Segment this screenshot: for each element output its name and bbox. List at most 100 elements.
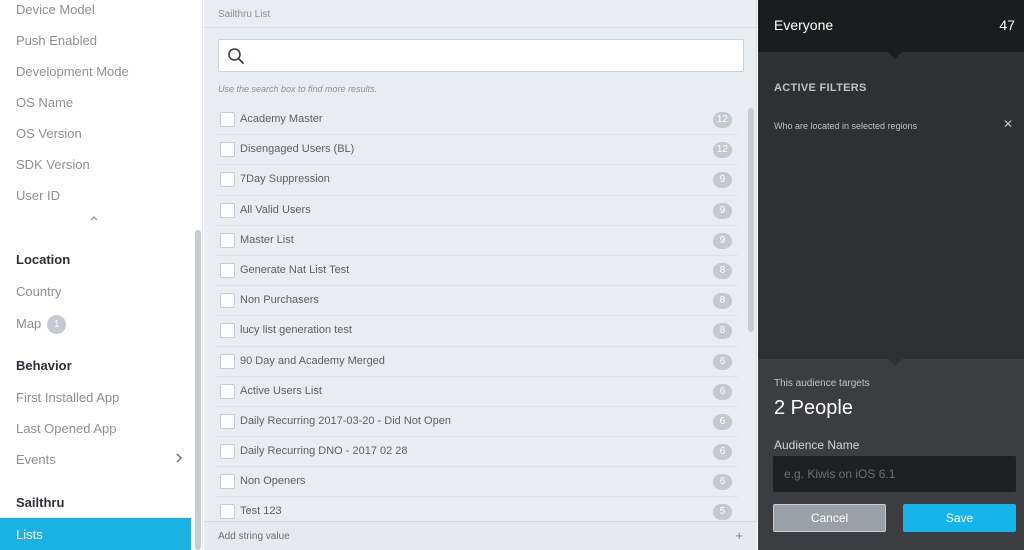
list-item[interactable]: Generate Nat List Test 8 [216, 256, 738, 287]
cancel-button[interactable]: Cancel [773, 504, 886, 532]
sidebar-heading-location: Location [16, 252, 71, 267]
targets-label: This audience targets [774, 378, 870, 389]
segment-count: 47 [999, 17, 1015, 33]
filter-item-label: Who are located in selected regions [774, 121, 918, 131]
sidebar-item-last-opened-app[interactable]: Last Opened App [16, 421, 116, 436]
list-item-label: Disengaged Users (BL) [240, 143, 355, 156]
list-item-label: Master List [240, 233, 294, 246]
chevron-right-icon[interactable] [174, 452, 184, 464]
list-item[interactable]: Academy Master 12 [216, 105, 738, 136]
sidebar: Device Model Push Enabled Development Mo… [0, 0, 203, 550]
list-count-badge: 8 [713, 323, 732, 340]
sailthru-list-panel: Sailthru List Use the search box to find… [204, 0, 757, 550]
sidebar-item-os-name[interactable]: OS Name [16, 95, 73, 110]
list-count-badge: 5 [713, 504, 732, 521]
list-checkbox[interactable] [220, 202, 235, 218]
list-item[interactable]: Non Openers 6 [216, 467, 738, 498]
list-checkbox[interactable] [220, 293, 235, 309]
list-count-badge: 9 [713, 202, 732, 219]
list-item-label: All Valid Users [240, 203, 311, 216]
segment-name: Everyone [774, 17, 834, 33]
list-item-label: lucy list generation test [240, 324, 352, 337]
targets-value: 2 People [774, 397, 853, 419]
active-filters-heading: ACTIVE FILTERS [774, 82, 867, 94]
search-input[interactable] [253, 40, 733, 71]
list-count-badge: 6 [713, 474, 732, 491]
list-item[interactable]: Active Users List 6 [216, 377, 738, 407]
list-count-badge: 6 [713, 444, 732, 461]
sidebar-item-lists[interactable]: Lists [0, 518, 191, 550]
list-item-label: Generate Nat List Test [240, 263, 350, 276]
save-button[interactable]: Save [903, 504, 1016, 532]
list-checkbox[interactable] [220, 504, 235, 520]
sidebar-scrollbar-thumb[interactable] [195, 230, 201, 550]
sidebar-item-map-label: Map [16, 315, 42, 331]
sidebar-item-device-model[interactable]: Device Model [16, 2, 95, 17]
list-item-label: Daily Recurring 2017-03-20 - Did Not Ope… [240, 414, 451, 427]
audience-name-label: Audience Name [774, 438, 860, 452]
list-item[interactable]: lucy list generation test 8 [216, 316, 738, 347]
sailthru-lists: Academy Master 12 Disengaged Users (BL) 12… [216, 105, 738, 528]
audience-panel: Everyone 47 ACTIVE FILTERS Who are locat… [758, 0, 1024, 550]
search-box[interactable] [218, 39, 744, 72]
list-checkbox[interactable] [220, 383, 235, 399]
list-checkbox[interactable] [220, 413, 235, 429]
list-scrollbar-thumb[interactable] [748, 108, 754, 332]
list-count-badge: 6 [713, 413, 732, 430]
sidebar-item-os-version[interactable]: OS Version [16, 126, 82, 141]
sidebar-item-first-installed-app[interactable]: First Installed App [16, 390, 119, 405]
sidebar-item-events[interactable]: Events [16, 452, 56, 467]
divider [204, 27, 757, 28]
sidebar-item-lists-label: Lists [16, 527, 43, 542]
search-hint: Use the search box to find more results. [218, 84, 378, 94]
search-icon [228, 48, 244, 64]
sidebar-item-push-enabled[interactable]: Push Enabled [16, 33, 97, 48]
sidebar-item-development-mode[interactable]: Development Mode [16, 64, 129, 79]
list-count-badge: 8 [713, 262, 732, 279]
list-item[interactable]: 90 Day and Academy Merged 6 [216, 347, 738, 377]
list-item[interactable]: Non Purchasers 8 [216, 286, 738, 317]
audience-name-input[interactable] [773, 456, 1016, 492]
count-badge: 1 [47, 315, 67, 334]
list-count-badge: 6 [713, 353, 732, 370]
sidebar-heading-behavior: Behavior [16, 358, 72, 373]
list-checkbox[interactable] [220, 262, 235, 278]
list-checkbox[interactable] [220, 112, 235, 127]
add-string-value-bar[interactable]: Add string value + [204, 521, 757, 550]
list-item[interactable]: Master List 9 [216, 226, 738, 256]
sidebar-item-map[interactable]: Map 1 [16, 315, 67, 334]
list-checkbox[interactable] [220, 323, 235, 339]
sidebar-item-country[interactable]: Country [16, 284, 62, 299]
notch-decoration [888, 359, 902, 366]
list-count-badge: 9 [713, 172, 732, 189]
list-checkbox[interactable] [220, 444, 235, 460]
list-count-badge: 12 [712, 112, 732, 128]
list-checkbox[interactable] [220, 232, 235, 248]
list-item[interactable]: 7Day Suppression 9 [216, 165, 738, 196]
list-item-label: Test 123 [240, 505, 282, 518]
list-item-label: Active Users List [240, 384, 322, 397]
list-item-label: 90 Day and Academy Merged [240, 354, 385, 367]
list-item[interactable]: All Valid Users 9 [216, 196, 738, 226]
list-checkbox[interactable] [220, 474, 235, 490]
list-item[interactable]: Daily Recurring DNO - 2017 02 28 6 [216, 437, 738, 468]
list-item-label: Non Purchasers [240, 294, 319, 307]
list-item-label: 7Day Suppression [240, 173, 330, 186]
list-item-label: Non Openers [240, 475, 306, 488]
list-count-badge: 8 [713, 293, 732, 310]
list-item[interactable]: Disengaged Users (BL) 12 [216, 135, 738, 166]
list-checkbox[interactable] [220, 142, 235, 158]
list-checkbox[interactable] [220, 353, 235, 369]
list-item-label: Academy Master [240, 113, 323, 125]
list-item[interactable]: Daily Recurring 2017-03-20 - Did Not Ope… [216, 407, 738, 438]
plus-icon[interactable]: + [735, 528, 743, 543]
list-count-badge: 12 [712, 142, 732, 159]
sidebar-item-user-id[interactable]: User ID [16, 188, 60, 203]
chevron-up-icon[interactable] [88, 213, 100, 223]
sidebar-item-sdk-version[interactable]: SDK Version [16, 157, 90, 172]
panel-title: Sailthru List [218, 9, 271, 20]
list-checkbox[interactable] [220, 172, 235, 188]
list-item-label: Daily Recurring DNO - 2017 02 28 [240, 445, 408, 458]
audience-summary: This audience targets 2 People Audience … [758, 359, 1024, 550]
close-icon[interactable]: ✕ [1003, 117, 1013, 131]
